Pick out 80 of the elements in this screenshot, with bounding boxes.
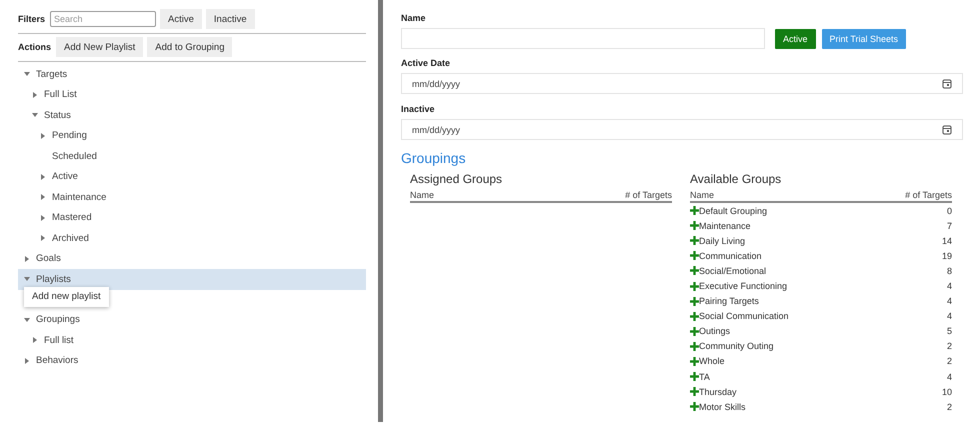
add-icon[interactable] [690,342,699,351]
actions-label: Actions [18,42,52,52]
active-button[interactable]: Active [775,28,816,48]
target-count: 14 [942,236,952,246]
target-count: 8 [946,266,952,276]
tree-item[interactable]: Maintenance [18,187,366,208]
date-field[interactable]: mm/dd/yyyy [401,119,963,140]
group-name: TA [699,372,710,382]
add-icon[interactable] [690,236,699,246]
group-name: Thursday [699,386,737,397]
group-name: Community Outing [699,341,774,352]
add-icon[interactable] [690,266,699,276]
tree-item[interactable]: Groupings [18,310,366,330]
add-icon[interactable] [690,282,699,291]
group-name: Default Grouping [699,206,768,216]
field-label: Name [401,13,427,23]
group-name: Whole [699,356,725,366]
target-count: 10 [942,386,952,397]
calendar-icon [942,78,952,88]
target-count: 4 [946,281,952,292]
group-name: Maintenance [699,220,751,231]
column-header: # of Targets [905,190,952,200]
tree-item[interactable]: Full List [18,84,366,105]
table-title: Assigned Groups [410,172,504,186]
filter-button[interactable]: Active [160,9,202,29]
target-count: 2 [946,402,952,412]
column-header: Name [690,190,714,200]
tree-item[interactable]: Pending [18,126,366,146]
target-count: 2 [946,341,952,352]
action-button[interactable]: Add New Playlist [56,37,144,57]
tree-item[interactable]: Active [18,166,366,187]
add-icon[interactable] [690,206,699,216]
target-count: 4 [946,372,952,382]
add-icon[interactable] [690,296,699,306]
group-name: Pairing Targets [699,296,759,306]
add-icon[interactable] [690,251,699,260]
add-icon[interactable] [690,221,699,230]
search-field[interactable]: Search [50,11,156,27]
tree-item[interactable]: Goals [18,248,366,269]
action-button[interactable]: Add to Grouping [147,37,232,57]
group-name: Social/Emotional [699,266,766,276]
add-icon[interactable] [690,387,699,396]
group-name: Outings [699,326,730,336]
date-field[interactable]: mm/dd/yyyy [401,73,963,94]
table-title: Available Groups [690,172,782,186]
field-label: Active Date [401,58,452,68]
tree-item[interactable]: Status [18,105,366,126]
target-count: 2 [946,356,952,366]
group-name: Communication [699,250,762,261]
tree-item[interactable]: Archived [18,228,366,248]
tree-item[interactable]: Mastered [18,208,366,228]
column-header: Name [410,190,434,200]
tree-item[interactable]: Targets [18,64,366,84]
target-count: 0 [946,206,952,216]
menu-item[interactable]: Add new playlist [32,290,101,302]
target-count: 19 [942,250,952,261]
group-name: Executive Functioning [699,281,788,292]
column-header: # of Targets [625,190,672,200]
tree-item[interactable]: Behaviors [18,350,366,371]
tree-item[interactable]: Full list [18,330,366,350]
tree-item[interactable]: Playlists [18,269,366,290]
group-name: Daily Living [699,236,746,246]
add-icon[interactable] [690,372,699,382]
name-field[interactable] [401,28,765,49]
group-name: Social Communication [699,311,789,322]
target-count: 4 [946,296,952,306]
section-title: Groupings [401,150,467,166]
filters-label: Filters [18,14,46,24]
add-icon[interactable] [690,326,699,336]
field-label: Inactive [401,104,436,114]
target-count: 4 [946,311,952,322]
add-icon[interactable] [690,356,699,366]
add-icon[interactable] [690,312,699,321]
tree-item[interactable]: Scheduled [18,146,366,166]
filter-button[interactable]: Inactive [206,9,255,29]
calendar-icon [942,124,952,134]
group-name: Motor Skills [699,402,746,412]
target-count: 5 [946,326,952,336]
add-icon[interactable] [690,402,699,412]
target-count: 7 [946,220,952,231]
